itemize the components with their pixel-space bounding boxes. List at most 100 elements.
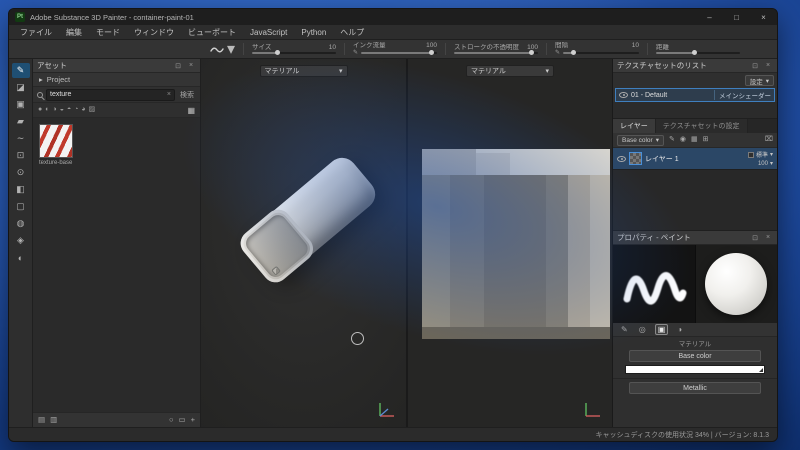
stencil-tab-icon[interactable]: ◑ (675, 325, 684, 334)
visibility-eye-icon[interactable] (619, 92, 628, 98)
tool-symmetry[interactable]: ◈ (12, 233, 30, 248)
texture-set-row[interactable]: 01 - Default メインシェーダー (615, 88, 775, 102)
add-paint-layer-icon[interactable]: ✎ (669, 136, 675, 144)
delete-layer-icon[interactable]: ⌧ (765, 136, 773, 144)
details-view-icon[interactable]: ▥ (50, 416, 57, 424)
add-smart-material-icon[interactable]: ▦ (691, 136, 698, 144)
stroke-opacity-slider-control[interactable]: ストロークの不透明度100 (454, 44, 538, 54)
layer-visibility-icon[interactable] (617, 156, 626, 162)
tool-selection[interactable]: ▢ (12, 199, 30, 214)
tool-smudge[interactable]: ∼ (12, 131, 30, 146)
brush-preset-button[interactable]: ▾ (209, 39, 235, 59)
layers-panel: レイヤー テクスチャセットの設定 Base color ▾ ✎ ◉ ▦ ⊞ ⌧ (613, 119, 777, 231)
tool-quick-mask[interactable]: ◍ (12, 216, 30, 231)
asset-search-box[interactable]: × (46, 89, 175, 101)
close-panel-icon[interactable]: × (186, 62, 196, 69)
grid-view-icon[interactable]: ▦ (187, 106, 195, 115)
tab-texture-set-settings[interactable]: テクスチャセットの設定 (656, 119, 748, 133)
flow-slider-control[interactable]: インク流量100 ✎ (353, 42, 437, 56)
asset-texture-base-thumbnail[interactable] (39, 124, 73, 158)
assets-project-breadcrumb[interactable]: ▸ Project (33, 73, 200, 87)
list-view-icon[interactable]: ▤ (38, 416, 45, 424)
menu-python[interactable]: Python (294, 28, 333, 37)
spacing-slider[interactable] (563, 52, 639, 54)
tool-projection[interactable]: ▣ (12, 97, 30, 112)
filter-brushes-icon[interactable]: ◔ (74, 106, 78, 114)
dock-icon[interactable]: ⊡ (173, 62, 183, 70)
menu-viewport[interactable]: ビューポート (181, 27, 243, 38)
viewport-3d-material-dropdown[interactable]: マテリアル ▾ (260, 65, 348, 77)
texture-set-settings-dropdown[interactable]: 設定 ▾ (745, 75, 774, 86)
maximize-button[interactable]: □ (723, 9, 750, 25)
tool-polygon-fill[interactable]: ▰ (12, 114, 30, 129)
distance-slider-control[interactable]: 距離 (656, 44, 740, 54)
add-folder-icon[interactable]: ⊞ (703, 136, 709, 144)
window-controls: – □ × (696, 9, 777, 25)
asset-search-input[interactable] (50, 91, 165, 98)
tool-clone[interactable]: ⊡ (12, 148, 30, 163)
close-panel-icon[interactable]: × (763, 234, 773, 241)
brush-settings-tab-icon[interactable]: ✎ (619, 325, 630, 334)
brush-stroke-preview[interactable] (613, 245, 695, 323)
filter-smart-materials-icon[interactable]: ◑ (52, 106, 56, 114)
base-color-swatch[interactable] (625, 365, 765, 374)
material-tab-icon[interactable]: ▣ (655, 324, 669, 335)
stroke-opacity-slider[interactable] (454, 52, 538, 54)
menu-file[interactable]: ファイル (13, 27, 59, 38)
base-color-channel-button[interactable]: Base color (629, 350, 761, 362)
filter-all-icon[interactable]: ● (38, 106, 42, 114)
filter-textures-icon[interactable]: ▨ (89, 106, 96, 114)
uv-island-block (422, 149, 476, 175)
size-slider[interactable] (252, 52, 336, 54)
navigation-gizmo-2d[interactable] (581, 398, 603, 420)
tool-material-picker[interactable]: ⊙ (12, 165, 30, 180)
menu-javascript[interactable]: JavaScript (243, 28, 294, 37)
filter-smart-masks-icon[interactable]: ◒ (60, 106, 64, 114)
spacing-slider-control[interactable]: 間隔10 ✎ (555, 42, 639, 56)
shelf-icon[interactable]: ▭ (179, 416, 186, 424)
texture-set-list-panel: テクスチャセットのリスト ⊡ × 設定 ▾ 01 - Default (613, 59, 777, 119)
tool-eraser[interactable]: ◪ (12, 80, 30, 95)
dock-icon[interactable]: ⊡ (750, 234, 760, 242)
minimize-button[interactable]: – (696, 9, 723, 25)
tab-layers[interactable]: レイヤー (613, 119, 656, 133)
distance-slider[interactable] (656, 52, 740, 54)
menu-help[interactable]: ヘルプ (333, 27, 371, 38)
main-shader-link[interactable]: メインシェーダー (714, 90, 771, 100)
close-button[interactable]: × (750, 9, 777, 25)
menu-edit[interactable]: 編集 (59, 27, 89, 38)
clear-search-icon[interactable]: × (167, 91, 171, 98)
channel-filter-dropdown[interactable]: Base color ▾ (617, 135, 664, 146)
layer-row-selected[interactable]: レイヤー 1 標準 ▾ 100 ▾ (613, 148, 777, 170)
viewport-3d-material-label: マテリアル (265, 66, 300, 76)
filter-materials-icon[interactable]: ◐ (45, 106, 49, 114)
pen-pressure-icon[interactable]: ✎ (555, 50, 560, 56)
tool-display-settings[interactable]: ◐ (12, 250, 30, 265)
navigation-gizmo-3d[interactable] (375, 398, 397, 420)
viewport-3d[interactable]: マテリアル ▾ (201, 59, 408, 427)
tool-geometry-mask[interactable]: ◧ (12, 182, 30, 197)
layer-thumbnail[interactable] (629, 152, 642, 165)
add-asset-icon[interactable]: + (191, 416, 195, 424)
layer-checkbox[interactable] (748, 152, 754, 158)
size-slider-control[interactable]: サイズ10 (252, 44, 336, 54)
menu-mode[interactable]: モード (89, 27, 127, 38)
add-fill-layer-icon[interactable]: ◉ (680, 136, 686, 144)
close-panel-icon[interactable]: × (763, 62, 773, 69)
viewport-2d[interactable]: マテリアル ▾ (408, 59, 613, 427)
menu-window[interactable]: ウィンドウ (127, 27, 181, 38)
preview-sphere-icon[interactable]: ○ (169, 416, 174, 424)
metallic-channel-button[interactable]: Metallic (629, 382, 761, 394)
tool-paint[interactable]: ✎ (12, 63, 30, 78)
uv-island-bottom (422, 327, 610, 339)
filter-alphas-icon[interactable]: ◕ (81, 106, 85, 114)
material-sphere-preview[interactable] (696, 245, 778, 323)
dock-icon[interactable]: ⊡ (750, 62, 760, 70)
filter-filters-icon[interactable]: ◓ (67, 106, 71, 114)
viewport-2d-material-dropdown[interactable]: マテリアル ▾ (466, 65, 554, 77)
pen-pressure-icon[interactable]: ✎ (353, 50, 358, 56)
alpha-tab-icon[interactable]: ◎ (637, 325, 648, 334)
layer-opacity-value[interactable]: 100 (758, 161, 768, 167)
blend-mode-dropdown[interactable]: 標準 (756, 150, 768, 159)
flow-slider[interactable] (361, 52, 437, 54)
